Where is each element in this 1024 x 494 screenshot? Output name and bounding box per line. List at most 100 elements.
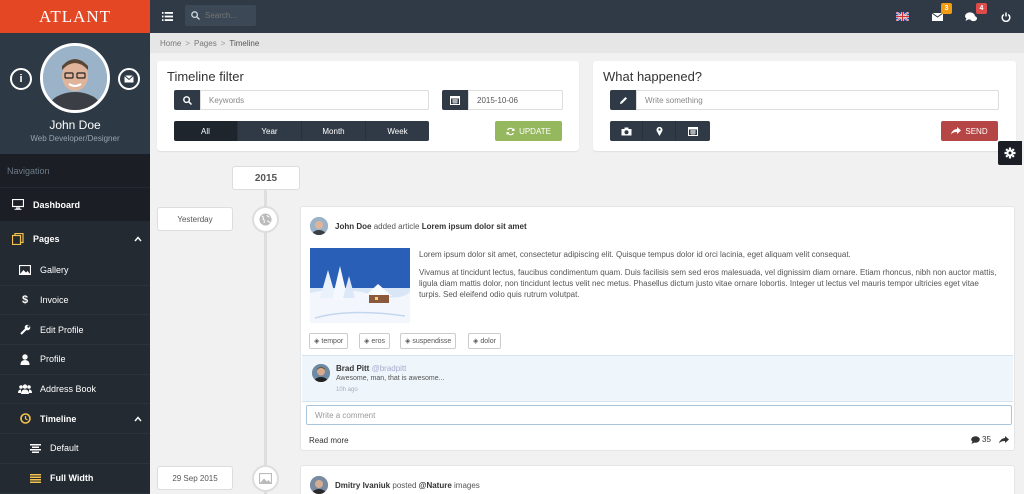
mail-icon[interactable] bbox=[118, 68, 140, 90]
attachment-buttons bbox=[610, 121, 710, 141]
action-text: posted bbox=[392, 481, 417, 490]
segment-all[interactable]: All bbox=[174, 121, 238, 141]
search-input[interactable] bbox=[205, 11, 255, 20]
timeline-line bbox=[264, 190, 267, 494]
sidebar-item-profile[interactable]: Profile bbox=[0, 345, 150, 375]
sidebar-item-label: Address Book bbox=[40, 384, 97, 395]
sidebar-item-dashboard[interactable]: Dashboard bbox=[0, 188, 150, 222]
align-justify-icon bbox=[28, 471, 42, 485]
post-input[interactable]: Write something bbox=[636, 90, 999, 110]
sidebar-item-default[interactable]: Default bbox=[0, 434, 150, 464]
panel-title: What happened? bbox=[603, 69, 703, 84]
calendar-icon[interactable] bbox=[676, 121, 710, 141]
menu-toggle-icon[interactable] bbox=[158, 0, 176, 33]
sidebar-item-edit-profile[interactable]: Edit Profile bbox=[0, 315, 150, 346]
update-button[interactable]: UPDATE bbox=[495, 121, 562, 141]
tag-icon: ◈ bbox=[364, 338, 370, 345]
what-happened-panel: What happened? Write something SEND bbox=[593, 61, 1016, 151]
send-button[interactable]: SEND bbox=[941, 121, 998, 141]
topbar: 3 4 bbox=[150, 0, 1024, 33]
breadcrumb-pages[interactable]: Pages bbox=[194, 39, 217, 48]
share-icon[interactable] bbox=[999, 436, 1009, 444]
panel-title: Timeline filter bbox=[167, 69, 244, 84]
article-paragraph: Lorem ipsum dolor sit amet, consectetur … bbox=[419, 250, 851, 259]
tag[interactable]: ◈ dolor bbox=[468, 333, 501, 349]
app-logo[interactable]: ATLANT bbox=[0, 0, 150, 33]
article-image[interactable] bbox=[310, 248, 410, 323]
tag[interactable]: ◈ suspendisse bbox=[400, 333, 457, 349]
timeline-date: Yesterday bbox=[157, 207, 233, 231]
tag[interactable]: ◈ tempor bbox=[309, 333, 349, 349]
refresh-icon bbox=[506, 127, 515, 136]
timeline-card: Dmitry Ivaniuk posted @Nature images bbox=[300, 465, 1015, 494]
sidebar-item-gallery[interactable]: Gallery bbox=[0, 256, 150, 286]
align-center-icon bbox=[28, 441, 42, 455]
avatar[interactable] bbox=[40, 43, 110, 113]
sidebar-item-label: Pages bbox=[33, 233, 60, 244]
sidebar-item-label: Full Width bbox=[50, 473, 94, 484]
action-suffix: images bbox=[454, 481, 480, 490]
sidebar-item-full-width[interactable]: Full Width bbox=[0, 463, 150, 494]
image-icon bbox=[18, 263, 32, 277]
comment-count[interactable]: 35 bbox=[971, 435, 991, 444]
nav-heading: Navigation bbox=[0, 154, 150, 188]
segment-year[interactable]: Year bbox=[238, 121, 302, 141]
card-header: John Doe added article Lorem ipsum dolor… bbox=[335, 222, 527, 231]
commenter-handle[interactable]: @bradpitt bbox=[372, 364, 407, 373]
sidebar-item-pages[interactable]: Pages bbox=[0, 222, 150, 256]
calendar-icon bbox=[442, 90, 468, 110]
share-icon bbox=[951, 127, 962, 135]
map-marker-icon[interactable] bbox=[643, 121, 676, 141]
action-text: added article bbox=[373, 222, 420, 231]
sidebar-item-timeline[interactable]: Timeline bbox=[0, 404, 150, 435]
globe-icon bbox=[252, 206, 279, 233]
segment-week[interactable]: Week bbox=[366, 121, 429, 141]
timeline-filter-panel: Timeline filter Keywords 2015-10-06 All … bbox=[157, 61, 579, 151]
avatar[interactable] bbox=[310, 217, 328, 235]
power-icon[interactable] bbox=[998, 0, 1014, 33]
read-more-link[interactable]: Read more bbox=[309, 436, 349, 445]
profile-title: Web Developer/Designer bbox=[30, 134, 120, 143]
breadcrumb-separator: > bbox=[185, 38, 191, 48]
search-box[interactable] bbox=[185, 5, 256, 26]
keywords-input[interactable]: Keywords bbox=[200, 90, 429, 110]
uk-flag-icon[interactable] bbox=[894, 0, 910, 33]
sidebar-item-label: Profile bbox=[40, 354, 66, 365]
settings-gear-icon[interactable] bbox=[998, 141, 1022, 165]
camera-icon[interactable] bbox=[610, 121, 643, 141]
info-icon[interactable]: i bbox=[10, 68, 32, 90]
comment-icon bbox=[971, 435, 980, 444]
commenter-name[interactable]: Brad Pitt bbox=[336, 364, 369, 373]
search-icon bbox=[174, 90, 200, 110]
tag-icon: ◈ bbox=[405, 338, 411, 345]
sidebar: ATLANT i John Doe Web Developer/Designer… bbox=[0, 0, 150, 494]
comment-header: Brad Pitt @bradpitt bbox=[336, 364, 406, 373]
tag-icon: ◈ bbox=[473, 338, 479, 345]
author-link[interactable]: John Doe bbox=[335, 222, 371, 231]
breadcrumb-separator: > bbox=[220, 38, 226, 48]
image-icon bbox=[252, 465, 279, 492]
segment-month[interactable]: Month bbox=[302, 121, 366, 141]
breadcrumb-home[interactable]: Home bbox=[160, 39, 181, 48]
comment-input[interactable]: Write a comment bbox=[306, 405, 1012, 425]
timeline-card: John Doe added article Lorem ipsum dolor… bbox=[300, 206, 1015, 451]
files-icon bbox=[11, 232, 25, 246]
timeline-year: 2015 bbox=[232, 166, 300, 190]
comment: Brad Pitt @bradpitt Awesome, man, that i… bbox=[302, 355, 1013, 402]
sidebar-item-address-book[interactable]: Address Book bbox=[0, 374, 150, 405]
commenter-avatar[interactable] bbox=[312, 364, 330, 382]
sidebar-item-label: Dashboard bbox=[33, 199, 81, 210]
author-link[interactable]: Dmitry Ivaniuk bbox=[335, 481, 390, 490]
sidebar-item-label: Invoice bbox=[40, 295, 69, 306]
period-segmented-control: All Year Month Week bbox=[174, 121, 429, 141]
date-input[interactable]: 2015-10-06 bbox=[468, 90, 563, 110]
comment-text: Awesome, man, that is awesome... bbox=[336, 375, 445, 382]
avatar[interactable] bbox=[310, 476, 328, 494]
article-link[interactable]: Lorem ipsum dolor sit amet bbox=[422, 222, 527, 231]
mention-link[interactable]: @Nature bbox=[419, 481, 452, 490]
sidebar-item-label: Timeline bbox=[40, 413, 77, 424]
sidebar-item-invoice[interactable]: $ Invoice bbox=[0, 285, 150, 316]
users-icon bbox=[18, 382, 32, 396]
chat-badge: 4 bbox=[976, 3, 987, 14]
tag[interactable]: ◈ eros bbox=[359, 333, 391, 349]
